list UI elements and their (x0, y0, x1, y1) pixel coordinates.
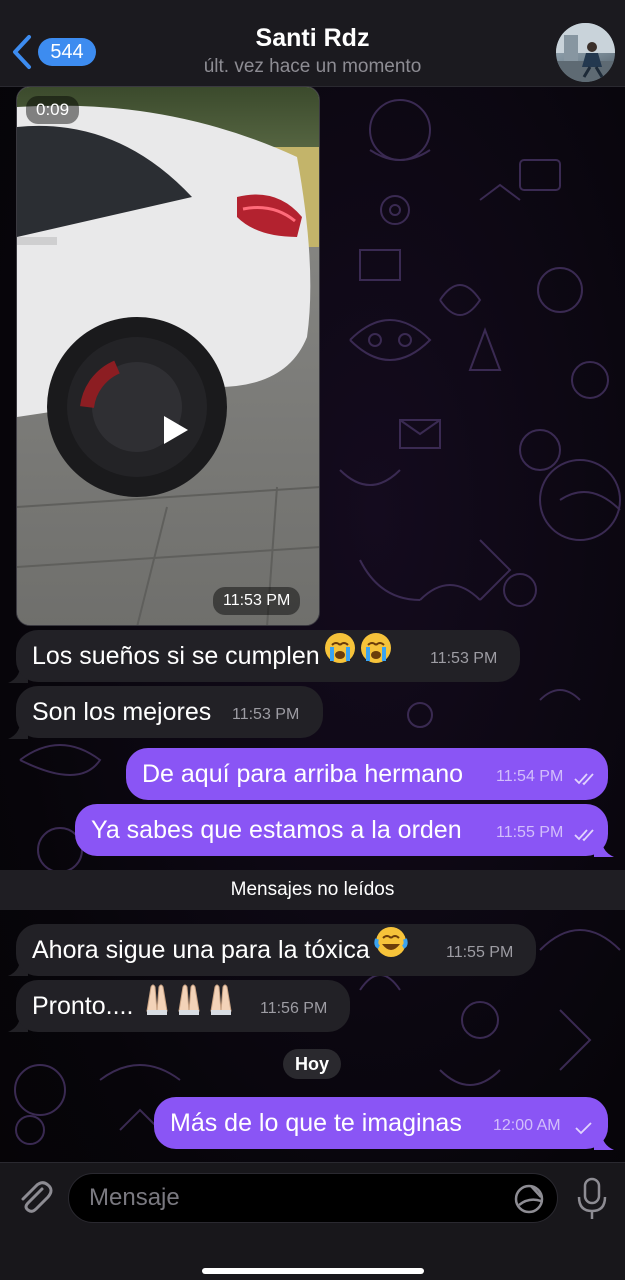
avatar[interactable] (556, 23, 615, 82)
message-input-placeholder: Mensaje (89, 1184, 180, 1211)
message-text: Pronto.... (32, 992, 134, 1020)
video-duration: 0:09 (26, 96, 80, 124)
composer-bar: Mensaje (0, 1162, 625, 1280)
message-time: 11:55 PM (496, 824, 564, 841)
message-emoji (137, 981, 235, 1033)
crying-face-emoji-icon (324, 633, 391, 664)
message-text: De aquí para arriba hermano (142, 760, 464, 788)
video-message[interactable] (16, 86, 320, 626)
message-time: 11:53 PM (430, 650, 498, 667)
microphone-icon[interactable] (576, 1177, 608, 1221)
message-time: 11:53 PM (232, 706, 300, 723)
unread-messages-separator: Mensajes no leídos (0, 870, 625, 910)
message-input[interactable]: Mensaje (68, 1173, 558, 1223)
tears-of-joy-emoji-icon (374, 927, 408, 958)
message-text: Los sueños si se cumplen (32, 642, 320, 670)
message-bubble-incoming[interactable]: Los sueños si se cumplen 11:53 PM (16, 630, 520, 682)
double-check-icon (574, 773, 594, 786)
message-bubble-incoming[interactable]: Ahora sigue una para la tóxica 11:55 PM (16, 924, 536, 976)
last-seen-status: últ. vez hace un momento (203, 56, 422, 77)
message-emoji (374, 925, 408, 977)
sticker-icon[interactable] (513, 1183, 545, 1215)
message-bubble-incoming[interactable]: Son los mejores 11:53 PM (16, 686, 323, 738)
paperclip-icon[interactable] (14, 1177, 54, 1217)
message-bubble-outgoing[interactable]: Más de lo que te imaginas 12:00 AM (154, 1097, 608, 1149)
video-thumbnail (17, 87, 319, 625)
home-indicator[interactable] (202, 1268, 424, 1274)
message-text: Más de lo que te imaginas (170, 1109, 462, 1137)
message-time: 11:56 PM (260, 1000, 328, 1017)
avatar-photo (556, 23, 615, 82)
double-check-icon (574, 829, 594, 842)
date-separator: Hoy (283, 1049, 341, 1079)
message-time: 11:54 PM (496, 768, 564, 785)
message-time: 11:55 PM (446, 944, 514, 961)
message-emoji (324, 631, 394, 683)
play-icon[interactable] (162, 414, 190, 446)
chat-screen: 544 Santi Rdz últ. vez hace un momento 0… (0, 0, 625, 1280)
message-bubble-outgoing[interactable]: Ya sabes que estamos a la orden 11:55 PM (75, 804, 608, 856)
single-check-icon (575, 1122, 592, 1135)
message-text: Ahora sigue una para la tóxica (32, 936, 370, 964)
message-time: 11:53 PM (213, 587, 301, 615)
message-text: Son los mejores (32, 698, 212, 726)
chat-header: 544 Santi Rdz últ. vez hace un momento (0, 0, 625, 87)
message-time: 12:00 AM (493, 1117, 561, 1134)
chat-title[interactable]: Santi Rdz (0, 24, 625, 53)
folded-hands-emoji-icon (146, 984, 233, 1016)
message-bubble-outgoing[interactable]: De aquí para arriba hermano 11:54 PM (126, 748, 608, 800)
message-text: Ya sabes que estamos a la orden (91, 816, 462, 844)
message-bubble-incoming[interactable]: Pronto.... 11:56 PM (16, 980, 350, 1032)
